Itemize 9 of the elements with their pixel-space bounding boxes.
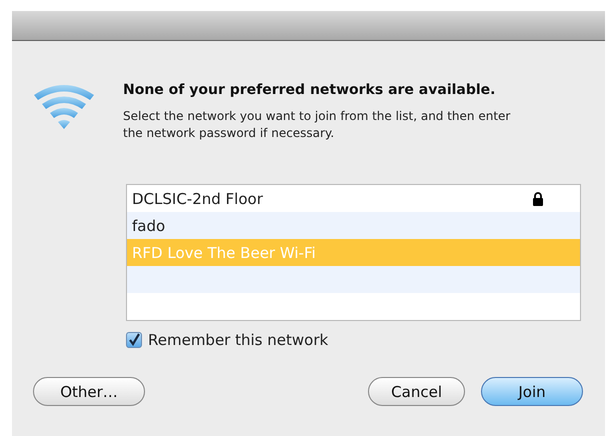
dialog-message: Select the network you want to join from the list, and then enter the network password if necessary. xyxy=(123,108,512,142)
dialog-button[interactable]: Other… xyxy=(33,377,145,406)
checkbox-label: Remember this network xyxy=(148,331,328,349)
network-row[interactable]: fado xyxy=(127,212,580,239)
dialog-button[interactable]: Cancel xyxy=(368,377,465,406)
checkbox[interactable] xyxy=(126,332,142,348)
dialog-heading: None of your preferred networks are available. xyxy=(123,82,496,98)
dialog-button[interactable]: Join xyxy=(481,377,583,406)
network-list[interactable]: DCLSIC-2nd Floor fado RFD Love The Beer Wi-Fi xyxy=(126,184,581,321)
